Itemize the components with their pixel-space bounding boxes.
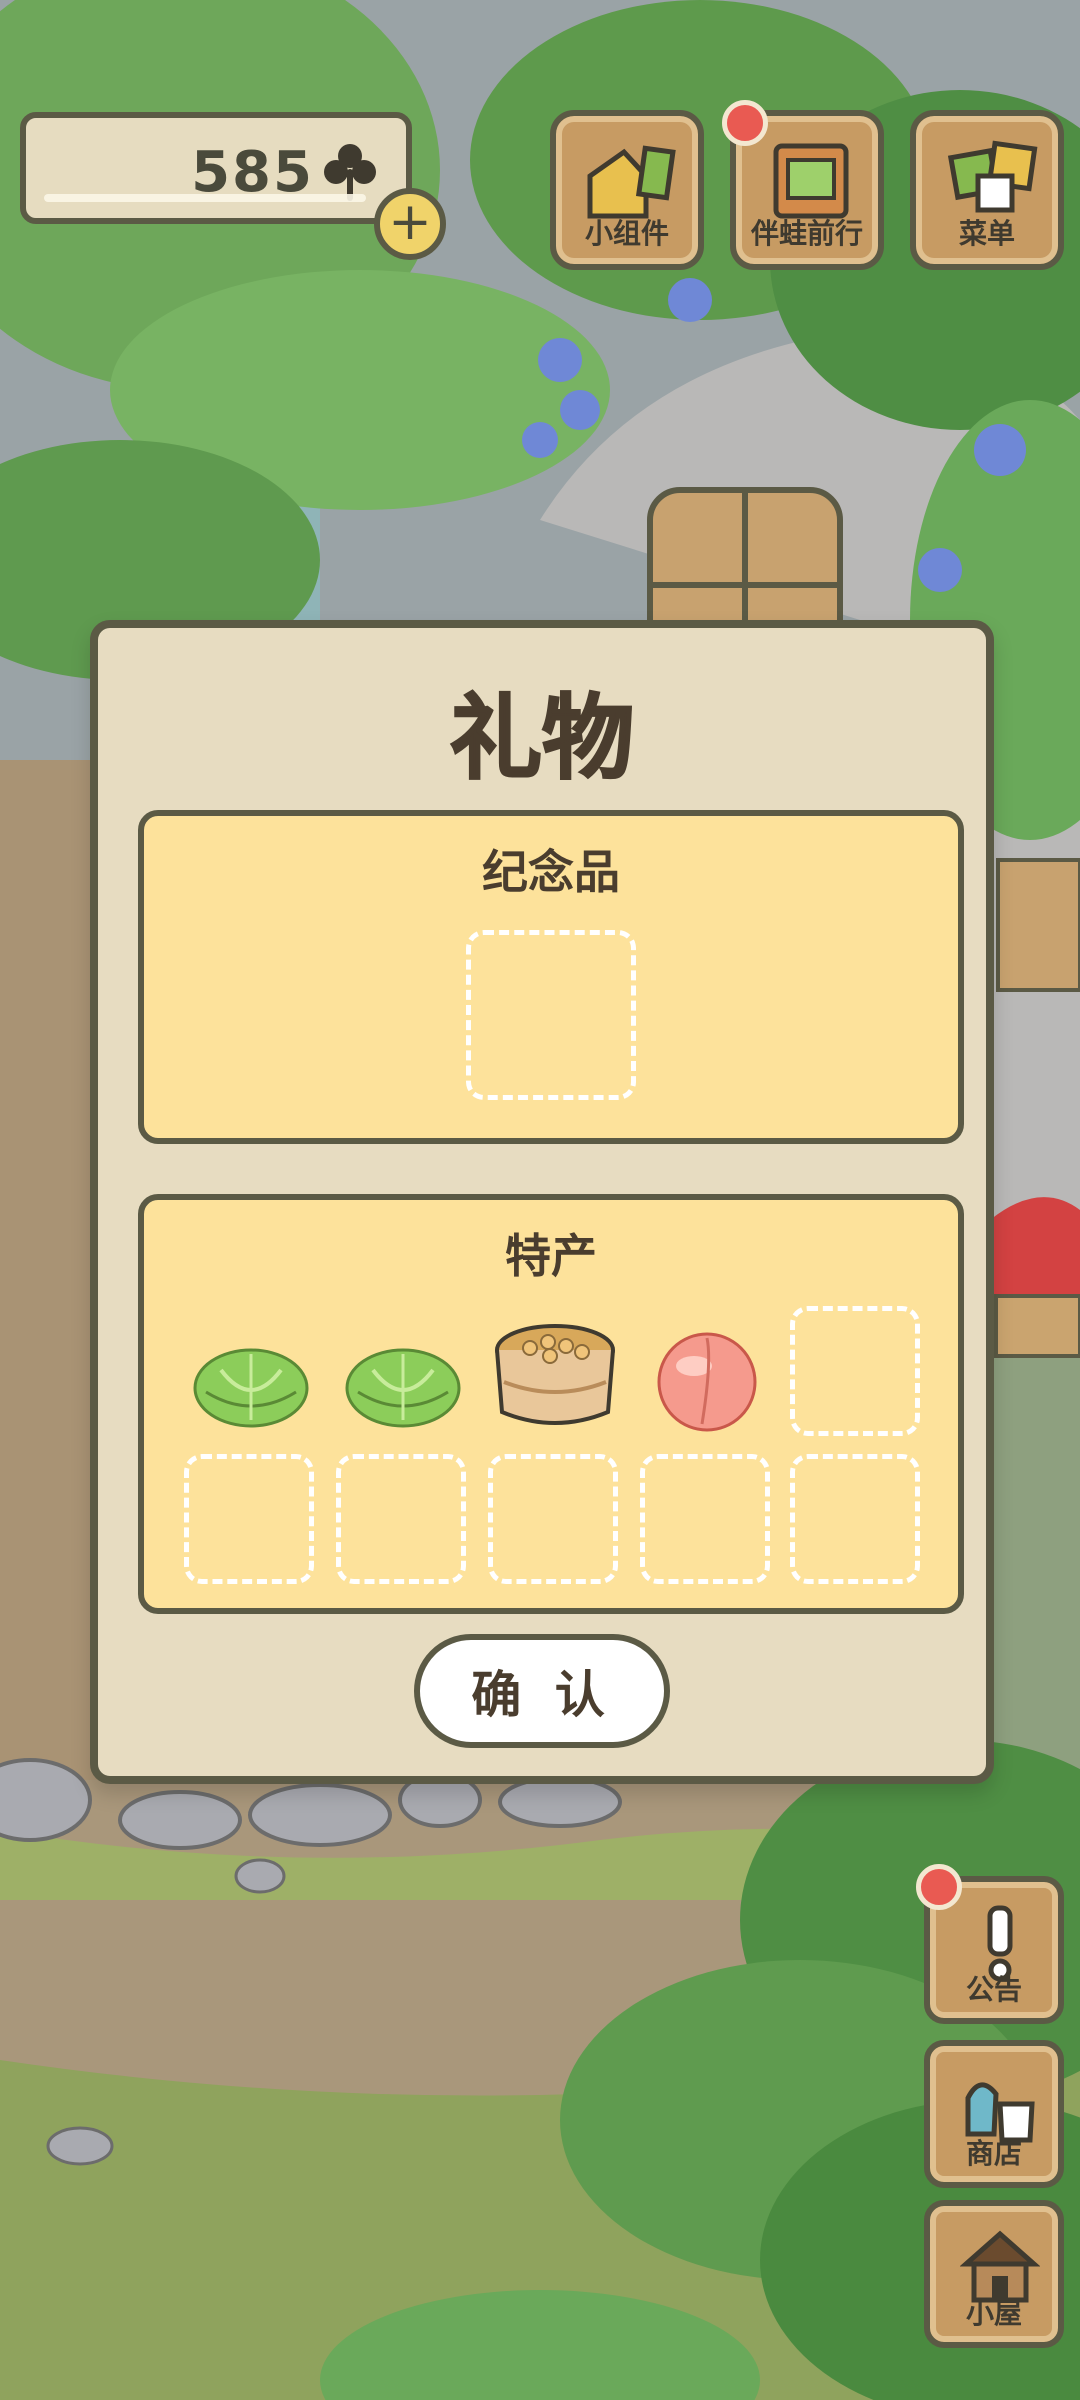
- souvenir-panel: 纪念品: [138, 810, 964, 1144]
- specialty-panel: 特产: [138, 1194, 964, 1614]
- widget-icon: [587, 145, 676, 219]
- dialog-title: 礼物: [449, 684, 635, 793]
- menu-label: 菜单: [958, 217, 1015, 250]
- house-button[interactable]: 小屋: [924, 2200, 1064, 2348]
- gift-dialog: 礼物 纪念品 特产 确 认: [90, 620, 994, 1784]
- announcement-badge: [916, 1864, 962, 1910]
- menu-cards-icon: [947, 140, 1038, 213]
- specialty-slot[interactable]: [790, 1306, 920, 1436]
- souvenir-slot[interactable]: [466, 930, 636, 1100]
- house-label: 小屋: [965, 2297, 1022, 2330]
- travel-album-label: 伴蛙前行: [750, 217, 863, 250]
- notification-badge: [722, 100, 768, 146]
- menu-button[interactable]: 菜单: [910, 110, 1064, 270]
- album-icon: [773, 143, 849, 219]
- specialty-slot[interactable]: [790, 1454, 920, 1584]
- plus-icon: +: [388, 192, 432, 252]
- specialty-slot[interactable]: [640, 1454, 770, 1584]
- confirm-label: 确 认: [471, 1666, 613, 1724]
- specialty-slot[interactable]: [184, 1454, 314, 1584]
- specialty-title: 特产: [505, 1229, 597, 1283]
- widget-label: 小组件: [584, 217, 669, 250]
- shop-label: 商店: [965, 2137, 1022, 2170]
- cabbage-item[interactable]: [338, 1320, 468, 1450]
- clover-icon: [324, 144, 376, 201]
- announcement-label: 公告: [965, 1973, 1022, 2006]
- shop-button[interactable]: 商店: [924, 2040, 1064, 2188]
- soybean-tub-item[interactable]: [490, 1312, 620, 1442]
- confirm-button[interactable]: 确 认: [414, 1634, 670, 1748]
- cabbage-item[interactable]: [186, 1320, 316, 1450]
- widget-button[interactable]: 小组件: [550, 110, 704, 270]
- specialty-slot[interactable]: [488, 1454, 618, 1584]
- peach-item[interactable]: [642, 1312, 772, 1442]
- souvenir-title: 纪念品: [482, 845, 620, 899]
- clover-bar-highlight: [44, 194, 366, 202]
- specialty-slot[interactable]: [336, 1454, 466, 1584]
- clover-counter: 585: [20, 112, 412, 224]
- buy-clover-button[interactable]: +: [374, 188, 446, 260]
